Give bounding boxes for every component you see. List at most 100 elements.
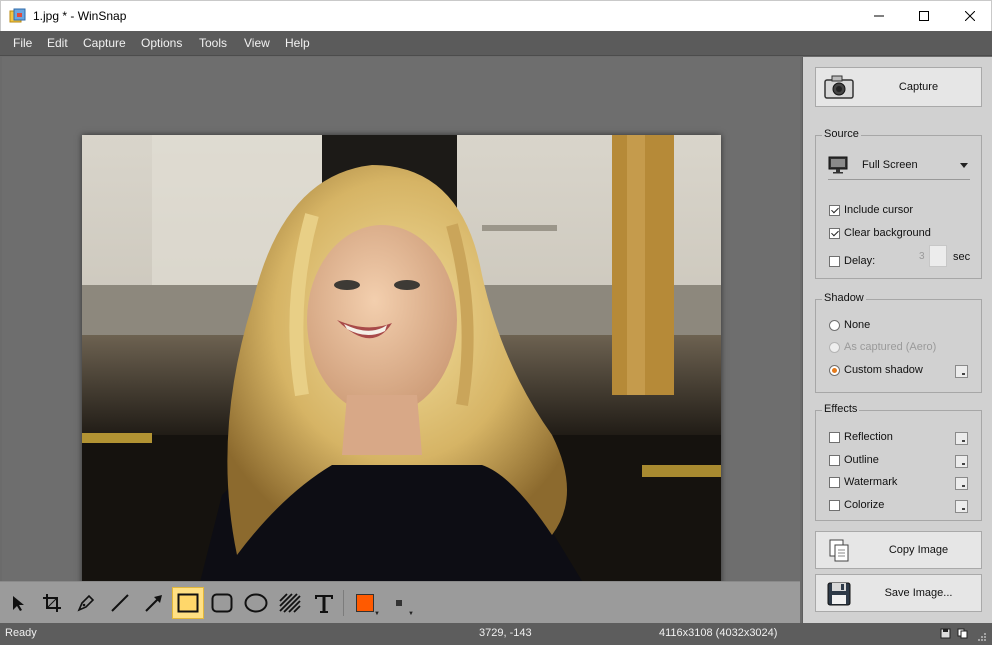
delay-value: 3 (919, 251, 925, 262)
shadow-aero-dot (829, 341, 840, 353)
annotation-toolbar: ▼ ▼ (0, 581, 800, 623)
monitor-icon (828, 156, 848, 174)
tool-pen[interactable] (70, 587, 102, 619)
reflection-check (829, 431, 840, 443)
text-icon (315, 595, 333, 613)
reflection-settings-button[interactable] (955, 432, 968, 445)
tool-crop[interactable] (36, 587, 68, 619)
copy-image-label: Copy Image (888, 544, 949, 556)
menu-help[interactable]: Help (285, 36, 310, 50)
save-image-button[interactable]: Save Image... (815, 574, 982, 612)
include-cursor-checkbox[interactable]: Include cursor (829, 204, 913, 216)
copy-image-button[interactable]: Copy Image (815, 531, 982, 569)
shadow-none-label: None (844, 319, 871, 331)
tool-pointer[interactable] (2, 587, 34, 619)
delay-unit: sec (953, 251, 971, 263)
chevron-down-icon (960, 163, 968, 168)
watermark-checkbox[interactable]: Watermark (829, 476, 897, 488)
include-cursor-check (829, 204, 840, 216)
tool-text[interactable] (308, 587, 340, 619)
winsnap-icon (9, 8, 26, 23)
line-width-button[interactable]: ▼ (383, 587, 415, 619)
cursor-position: 3729, -143 (479, 627, 532, 639)
line-icon (111, 594, 129, 612)
minimize-button[interactable] (856, 1, 902, 31)
menu-file[interactable]: File (13, 36, 32, 50)
colorize-settings-button[interactable] (955, 500, 968, 513)
line-width-icon (396, 600, 402, 606)
delay-label: Delay: (844, 255, 876, 267)
watermark-check (829, 476, 840, 488)
tool-hatch[interactable] (274, 587, 306, 619)
photo-illustration (82, 135, 721, 614)
source-group: Source Full Screen Include cursor Clear … (815, 128, 982, 279)
outline-checkbox[interactable]: Outline (829, 454, 879, 466)
status-bar: Ready 3729, -143 4116x3108 (4032x3024) (0, 623, 992, 645)
tool-rounded-rectangle[interactable] (206, 587, 238, 619)
resize-grip-icon[interactable] (977, 632, 987, 642)
window-title: 1.jpg * - WinSnap (33, 9, 127, 23)
effects-group: Effects Reflection Outline Watermark Col… (815, 403, 982, 521)
menu-tools[interactable]: Tools (199, 36, 227, 50)
status-text: Ready (5, 627, 37, 639)
color-swatch (356, 594, 374, 612)
menu-view[interactable]: View (244, 36, 270, 50)
include-cursor-label: Include cursor (844, 204, 914, 216)
shadow-custom-label: Custom shadow (844, 364, 923, 376)
image-canvas[interactable] (2, 57, 800, 614)
clear-background-check (829, 227, 840, 239)
clear-background-checkbox[interactable]: Clear background (829, 227, 931, 239)
captured-image (82, 135, 721, 614)
tool-ellipse[interactable] (240, 587, 272, 619)
shadow-settings-button[interactable] (955, 365, 968, 378)
shadow-group: Shadow None As captured (Aero) Custom sh… (815, 292, 982, 393)
capture-button[interactable]: Capture (815, 67, 982, 107)
menu-capture[interactable]: Capture (83, 36, 126, 50)
outline-label: Outline (844, 454, 879, 466)
delay-checkbox[interactable]: Delay: 3 sec (829, 245, 971, 272)
arrow-icon (145, 595, 162, 612)
maximize-button[interactable] (901, 1, 947, 31)
delay-spinner[interactable] (929, 245, 947, 267)
shadow-custom-dot (829, 364, 840, 376)
copy-icon (829, 539, 849, 562)
clear-background-label: Clear background (844, 227, 931, 239)
save-status-icon (940, 628, 951, 639)
colorize-checkbox[interactable]: Colorize (829, 499, 884, 511)
shadow-custom-radio[interactable]: Custom shadow (829, 364, 923, 376)
floppy-disk-icon (827, 582, 851, 606)
tool-line[interactable] (104, 587, 136, 619)
toolbar-separator (343, 590, 344, 616)
shadow-aero-radio[interactable]: As captured (Aero) (829, 341, 936, 353)
rounded-rectangle-icon (211, 593, 233, 613)
crop-icon (43, 594, 61, 612)
close-button[interactable] (947, 1, 992, 31)
reflection-checkbox[interactable]: Reflection (829, 431, 893, 443)
options-panel: Capture Source Full Screen Include curso… (802, 57, 992, 623)
chevron-down-icon: ▼ (374, 611, 380, 617)
effects-title: Effects (822, 403, 860, 415)
tool-highlight-rectangle[interactable] (172, 587, 204, 619)
image-dimensions: 4116x3108 (4032x3024) (659, 627, 778, 639)
colorize-check (829, 499, 840, 511)
color-picker-button[interactable]: ▼ (349, 587, 381, 619)
ellipse-icon (244, 593, 268, 613)
menu-edit[interactable]: Edit (47, 36, 68, 50)
source-selected: Full Screen (862, 159, 918, 171)
close-icon (965, 11, 975, 21)
shadow-title: Shadow (822, 292, 866, 304)
shadow-none-dot (829, 319, 840, 331)
outline-check (829, 454, 840, 466)
menu-options[interactable]: Options (141, 36, 182, 50)
hatch-icon (279, 593, 301, 613)
outline-settings-button[interactable] (955, 455, 968, 468)
watermark-settings-button[interactable] (955, 477, 968, 490)
watermark-label: Watermark (844, 476, 898, 488)
maximize-icon (919, 11, 929, 21)
source-dropdown[interactable]: Full Screen (828, 152, 970, 180)
menu-bar: File Edit Capture Options Tools View Hel… (0, 31, 992, 56)
shadow-none-radio[interactable]: None (829, 319, 870, 331)
chevron-down-icon: ▼ (408, 611, 414, 617)
camera-icon (824, 75, 854, 99)
tool-arrow[interactable] (138, 587, 170, 619)
